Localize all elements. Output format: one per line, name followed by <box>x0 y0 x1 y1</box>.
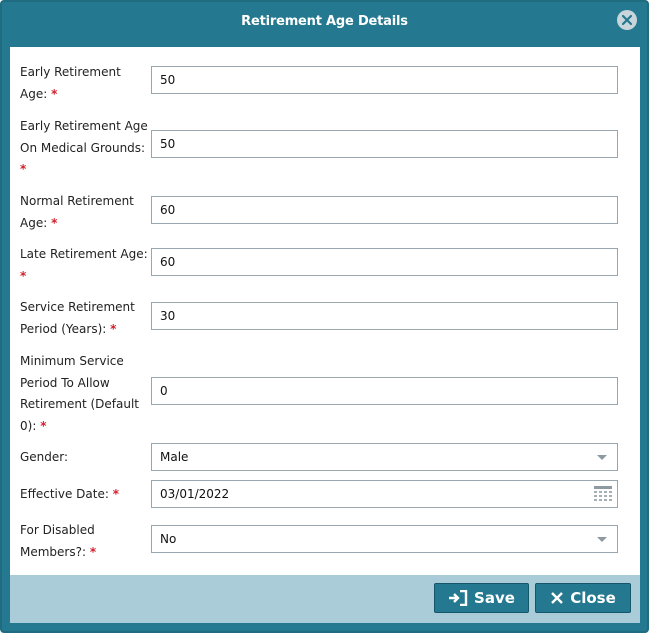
late-retirement-age-input[interactable]: 60 <box>151 248 618 276</box>
chevron-down-icon <box>597 455 607 460</box>
save-button[interactable]: Save <box>434 583 529 613</box>
early-retirement-age-input[interactable]: 50 <box>151 66 618 94</box>
normal-retirement-age-input[interactable]: 60 <box>151 196 618 224</box>
dialog-titlebar: Retirement Age Details <box>2 2 647 40</box>
required-marker: * <box>20 162 27 176</box>
dialog-footer: Save Close <box>10 575 640 623</box>
field-value: 50 <box>160 73 176 87</box>
gender-select[interactable]: Male <box>151 443 618 471</box>
close-label: Close <box>570 589 616 607</box>
early-retirement-medical-input[interactable]: 50 <box>151 130 618 158</box>
calendar-icon[interactable] <box>594 486 612 502</box>
label-text: Early Retirement Age: <box>20 65 121 101</box>
required-marker: * <box>20 268 27 283</box>
close-dialog-button[interactable] <box>617 10 637 30</box>
close-icon <box>621 14 633 26</box>
field-value: No <box>160 532 177 546</box>
x-icon <box>551 592 564 604</box>
field-value: 0 <box>160 384 168 398</box>
effective-date-input[interactable]: 03/01/2022 <box>151 480 618 508</box>
label-text: Effective Date: <box>20 487 109 501</box>
field-value: 30 <box>160 309 176 323</box>
save-label: Save <box>474 589 515 607</box>
minimum-service-period-label: Minimum Service Period To Allow Retireme… <box>20 351 148 437</box>
for-disabled-members-select[interactable]: No <box>151 525 618 553</box>
chevron-down-icon <box>597 537 607 542</box>
label-text: Normal Retirement Age: <box>20 194 134 230</box>
service-retirement-period-input[interactable]: 30 <box>151 302 618 330</box>
for-disabled-members-label: For Disabled Members?: * <box>20 520 148 563</box>
field-value: 50 <box>160 137 176 151</box>
label-text: Early Retirement Age On Medical Grounds: <box>20 119 148 155</box>
retirement-age-dialog: Retirement Age Details Early Retirement … <box>0 0 649 633</box>
dialog-body: Early Retirement Age: * 50 Early Retirem… <box>10 47 640 575</box>
minimum-service-period-input[interactable]: 0 <box>151 377 618 405</box>
gender-label: Gender: <box>20 447 148 469</box>
sign-in-icon <box>449 590 468 606</box>
required-marker: * <box>112 487 120 501</box>
label-text: Service Retirement Period (Years): <box>20 300 135 336</box>
close-button[interactable]: Close <box>535 583 631 613</box>
field-value: Male <box>160 450 189 464</box>
early-retirement-medical-label: Early Retirement Age On Medical Grounds:… <box>20 116 148 181</box>
field-value: 03/01/2022 <box>160 487 230 501</box>
required-marker: * <box>51 86 58 101</box>
field-value: 60 <box>160 255 176 269</box>
required-marker: * <box>110 321 117 336</box>
label-text: For Disabled Members?: <box>20 523 95 559</box>
service-retirement-period-label: Service Retirement Period (Years): * <box>20 297 148 340</box>
required-marker: * <box>40 418 47 433</box>
label-text: Gender: <box>20 450 69 464</box>
normal-retirement-age-label: Normal Retirement Age: * <box>20 191 148 234</box>
late-retirement-age-label: Late Retirement Age: * <box>20 244 148 287</box>
field-value: 60 <box>160 203 176 217</box>
dialog-title: Retirement Age Details <box>241 13 408 29</box>
label-text: Late Retirement Age: <box>20 247 148 261</box>
required-marker: * <box>51 215 58 230</box>
label-text: Minimum Service Period To Allow Retireme… <box>20 354 139 433</box>
early-retirement-age-label: Early Retirement Age: * <box>20 62 148 105</box>
required-marker: * <box>89 544 97 559</box>
effective-date-label: Effective Date: * <box>20 484 148 506</box>
